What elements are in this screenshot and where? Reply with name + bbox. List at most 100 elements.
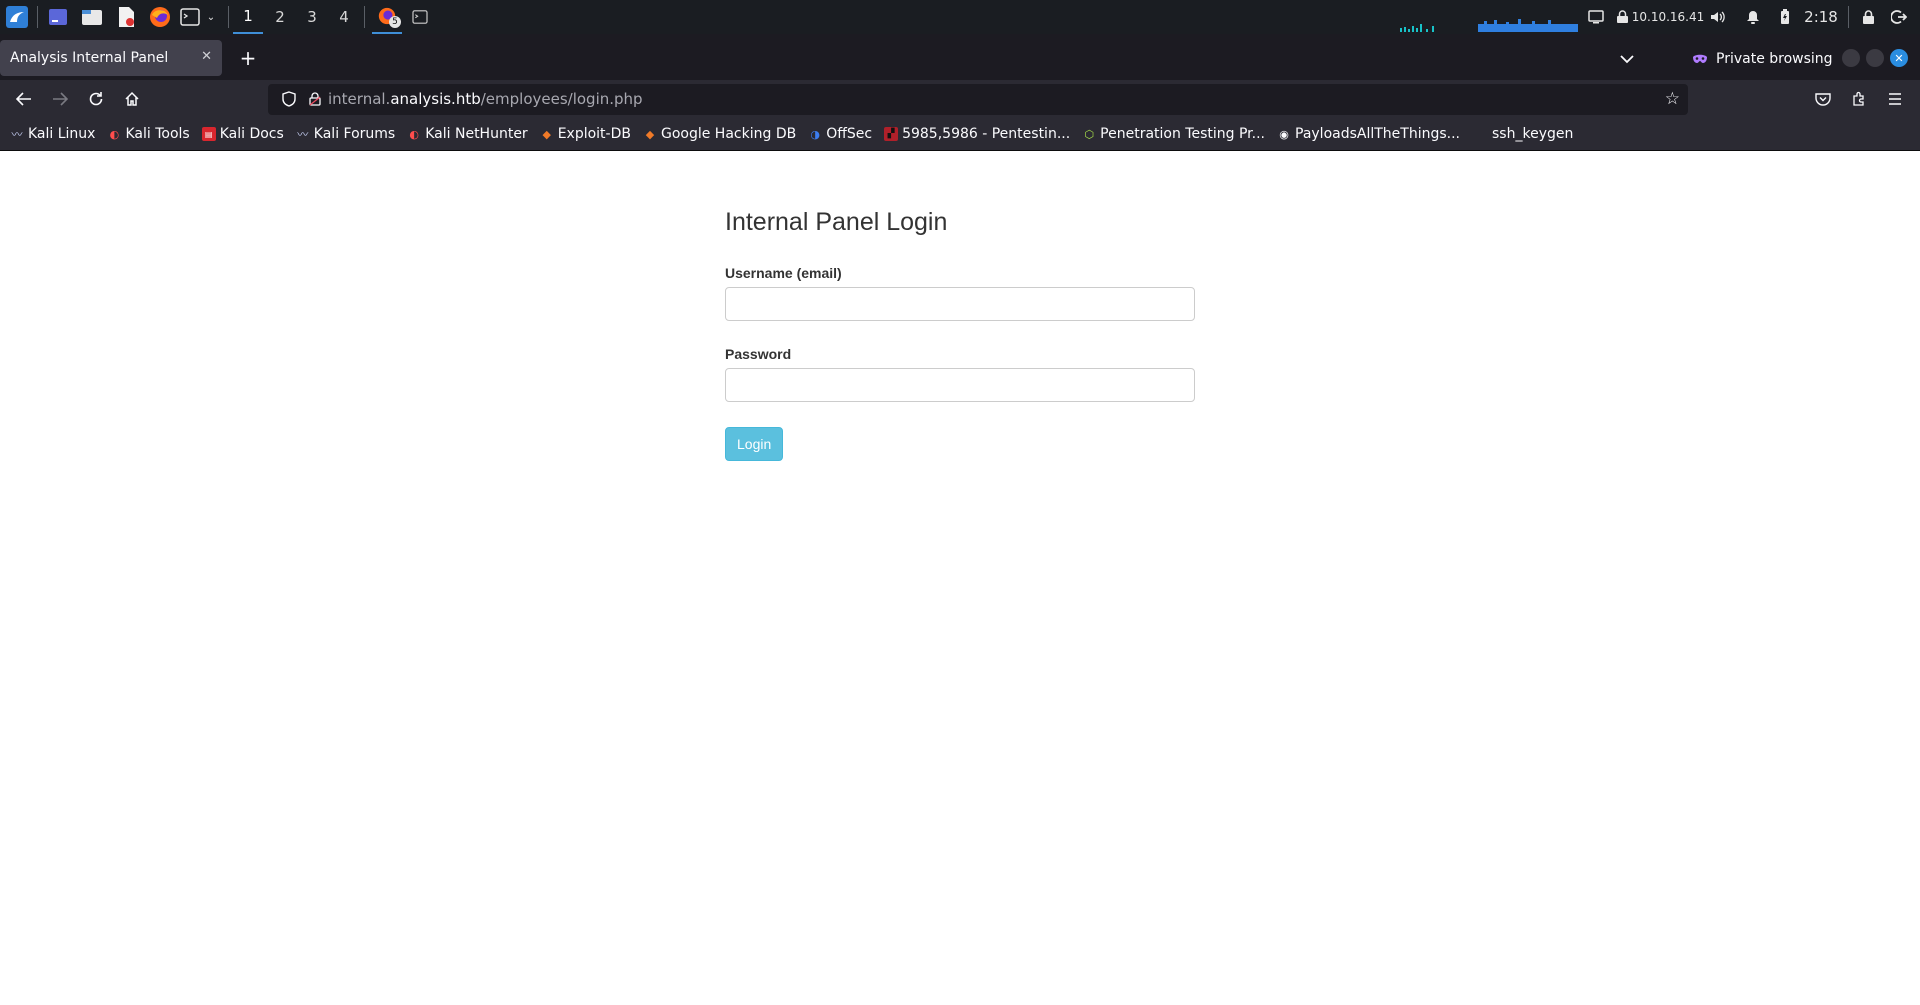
- clock[interactable]: 2:18: [1800, 0, 1842, 34]
- extensions-button[interactable]: [1846, 86, 1872, 112]
- kali-dragon-icon: 〰: [297, 128, 309, 141]
- bookmark-kali-forums[interactable]: 〰 Kali Forums: [296, 126, 395, 142]
- arrow-right-icon: [53, 92, 68, 106]
- workspace-label: 2: [275, 8, 285, 26]
- taskbar-separator: [228, 6, 229, 28]
- bookmark-kali-docs[interactable]: ▤ Kali Docs: [201, 126, 284, 142]
- volume-icon[interactable]: [1708, 0, 1728, 34]
- forward-button[interactable]: [46, 85, 74, 113]
- bookmark-hacktricks-winrm[interactable]: ▞ 5985,5986 - Pentestin...: [884, 126, 1070, 142]
- back-button[interactable]: [10, 85, 38, 113]
- bookmark-label: Kali Tools: [125, 126, 190, 142]
- window-count-badge: 5: [389, 16, 401, 28]
- battery-icon[interactable]: [1776, 0, 1794, 34]
- bookmark-label: Google Hacking DB: [660, 126, 797, 142]
- nethunter-icon: ◐: [409, 127, 420, 141]
- monitor-icon[interactable]: [1586, 0, 1606, 34]
- password-input[interactable]: [725, 368, 1195, 402]
- cube-icon: ⬡: [1084, 127, 1094, 141]
- kali-tools-icon: ◐: [109, 127, 120, 141]
- private-browsing-label: Private browsing: [1716, 51, 1833, 67]
- workspace-1[interactable]: 1: [233, 0, 263, 34]
- address-bar[interactable]: internal.analysis.htb/employees/login.ph…: [268, 84, 1688, 115]
- bookmark-exploit-db[interactable]: ◆ Exploit-DB: [540, 126, 631, 142]
- workspace-label: 3: [307, 8, 317, 26]
- login-form: Internal Panel Login Username (email) Pa…: [725, 208, 1196, 461]
- url-text[interactable]: internal.analysis.htb/employees/login.ph…: [328, 90, 643, 108]
- insecure-connection-lock-icon[interactable]: [306, 90, 324, 108]
- taskbar-firefox-window[interactable]: 5: [372, 0, 402, 34]
- taskbar-separator: [364, 6, 365, 28]
- reload-icon: [89, 92, 103, 106]
- tab-title: Analysis Internal Panel: [10, 50, 169, 66]
- bookmark-google-hacking-db[interactable]: ◆ Google Hacking DB: [643, 126, 796, 142]
- home-button[interactable]: [118, 85, 146, 113]
- workspace-4[interactable]: 4: [329, 0, 359, 34]
- tab-analysis-internal-panel[interactable]: Analysis Internal Panel ✕: [0, 40, 222, 76]
- chevron-down-icon[interactable]: ⌄: [204, 0, 218, 34]
- kali-menu-icon[interactable]: [2, 0, 32, 34]
- text-editor-icon[interactable]: [112, 0, 140, 34]
- bookmark-kali-nethunter[interactable]: ◐ Kali NetHunter: [407, 126, 527, 142]
- exploit-db-icon: ◆: [542, 127, 551, 141]
- bookmark-offsec[interactable]: ◑ OffSec: [808, 126, 872, 142]
- page-title: Internal Panel Login: [725, 208, 948, 236]
- bookmark-label: Penetration Testing Pr...: [1100, 126, 1265, 142]
- pocket-button[interactable]: [1810, 86, 1836, 112]
- bookmark-label: Kali NetHunter: [425, 126, 528, 142]
- bookmark-label: PayloadsAllTheThings...: [1295, 126, 1461, 142]
- terminal-icon[interactable]: [178, 0, 202, 34]
- bookmark-ssh-keygen[interactable]: ssh_keygen: [1492, 126, 1573, 142]
- vpn-lock-icon[interactable]: [1614, 0, 1630, 34]
- username-label: Username (email): [725, 265, 842, 281]
- kali-dragon-icon: 〰: [11, 128, 23, 141]
- taskbar-separator: [37, 6, 38, 28]
- bookmark-label: ssh_keygen: [1492, 126, 1574, 142]
- close-icon: ✕: [1894, 51, 1904, 65]
- hacktricks-icon: ▞: [884, 127, 899, 141]
- new-tab-button[interactable]: +: [234, 44, 262, 72]
- taskbar-terminal-window[interactable]: [408, 0, 432, 34]
- list-all-tabs-button[interactable]: [1614, 46, 1640, 72]
- puzzle-icon: [1853, 91, 1864, 106]
- url-subdomain: internal.: [328, 90, 391, 108]
- tracking-protection-shield-icon[interactable]: [280, 90, 298, 108]
- private-browsing-indicator: Private browsing: [1692, 46, 1833, 72]
- offsec-icon: ◑: [810, 127, 820, 141]
- bookmark-label: Kali Docs: [219, 126, 284, 142]
- firefox-icon[interactable]: [146, 0, 174, 34]
- pocket-icon: [1815, 93, 1831, 106]
- username-email-input[interactable]: [725, 287, 1195, 321]
- app-menu-button[interactable]: [1882, 86, 1908, 112]
- bookmark-star-icon[interactable]: ☆: [1665, 89, 1680, 109]
- taskbar-separator: [1848, 6, 1849, 28]
- maximize-window-button[interactable]: [1866, 49, 1884, 67]
- close-icon[interactable]: ✕: [201, 49, 212, 64]
- bookmark-penetration-testing[interactable]: ⬡ Penetration Testing Pr...: [1082, 126, 1265, 142]
- vpn-ip-address: 10.10.16.41: [1631, 10, 1705, 24]
- notification-bell-icon[interactable]: [1744, 0, 1762, 34]
- bookmark-kali-tools[interactable]: ◐ Kali Tools: [107, 126, 190, 142]
- file-manager-icon[interactable]: [78, 0, 106, 34]
- kali-docs-icon: ▤: [201, 127, 216, 141]
- ghdb-icon: ◆: [645, 127, 655, 141]
- bookmark-label: Kali Forums: [313, 126, 396, 142]
- bookmark-label: OffSec: [826, 126, 873, 142]
- system-taskbar: ⌄ 1 2 3 4 5 10.10.16.41 2:18: [0, 0, 1920, 34]
- minimize-window-button[interactable]: [1842, 49, 1860, 67]
- close-window-button[interactable]: ✕: [1890, 49, 1908, 67]
- workspace-3[interactable]: 3: [297, 0, 327, 34]
- login-button[interactable]: Login: [725, 427, 784, 461]
- bookmark-label: Kali Linux: [28, 126, 96, 142]
- lock-screen-icon[interactable]: [1858, 0, 1878, 34]
- bookmark-label: 5985,5986 - Pentestin...: [902, 126, 1071, 142]
- chevron-down-icon: [1620, 54, 1634, 63]
- show-desktop-icon[interactable]: [44, 0, 72, 34]
- hamburger-menu-icon: [1889, 93, 1901, 105]
- bookmark-payloadsallthethings[interactable]: ◉ PayloadsAllTheThings...: [1277, 126, 1460, 142]
- bookmarks-toolbar: 〰 Kali Linux ◐ Kali Tools ▤ Kali Docs 〰 …: [0, 118, 1920, 151]
- bookmark-kali-linux[interactable]: 〰 Kali Linux: [10, 126, 96, 142]
- workspace-2[interactable]: 2: [265, 0, 295, 34]
- reload-button[interactable]: [82, 85, 110, 113]
- logout-icon[interactable]: [1888, 0, 1910, 34]
